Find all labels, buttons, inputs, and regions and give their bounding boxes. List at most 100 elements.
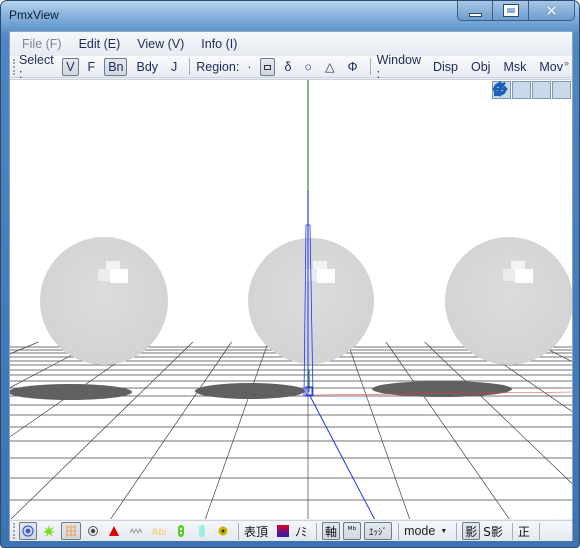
region-circle-button[interactable]: ○ [300,58,316,76]
region-phi-button[interactable]: Φ [344,58,362,76]
gray-wave-button[interactable] [126,522,146,540]
window-disp-button[interactable]: Disp [429,58,462,76]
sphere-shadow [372,381,512,397]
grid-line [204,341,269,519]
region-label: Region: [196,59,240,74]
minimize-button[interactable] [457,1,493,21]
sphere [40,237,168,365]
mode-dropdown[interactable]: mode ▼ [404,524,447,538]
normal-display-button[interactable]: ﾉﾐ [295,523,307,540]
reset-rotation-button[interactable] [493,81,571,99]
toolbar-overflow-button[interactable]: » [564,58,569,68]
circle-icon: ○ [304,59,313,74]
pan-view-button[interactable] [492,81,531,99]
radio-target-button[interactable] [84,522,102,540]
shadow-button[interactable]: 影 [462,522,481,540]
toolbar-separator [511,522,513,540]
sphere [445,237,572,365]
maximize-button[interactable] [493,1,529,21]
window-msk-button[interactable]: Msk [499,58,530,76]
vertex-display-button[interactable] [19,522,37,540]
region-lasso-button[interactable]: δ [280,58,295,76]
grid-line [532,341,572,362]
window-mov-button[interactable]: Mov [535,58,567,76]
rectangle-icon [264,64,272,70]
minimize-icon [468,12,482,17]
menu-file[interactable]: File (F) [22,37,62,51]
menu-info[interactable]: Info (I) [201,37,237,51]
yellow-gear-icon [218,526,228,536]
zoom-view-button[interactable] [494,81,551,99]
ground-grid [10,341,572,519]
gray-wave-icon [129,527,143,535]
orange-grid-button[interactable] [61,522,81,540]
sphere-highlight [515,269,533,283]
red-triangle-button[interactable] [105,522,123,540]
select-joint-button[interactable]: J [167,58,181,76]
orthographic-button[interactable]: 正 [518,523,530,540]
yellow-rbj-button[interactable]: Rbj [149,522,169,540]
window-obj-button[interactable]: Obj [467,58,494,76]
sphere-highlight [110,269,128,283]
scene-canvas[interactable] [10,80,572,519]
green-capsule-icon [178,525,184,537]
window-title: PmxView [9,8,59,22]
pmxview-window: PmxView ✕ File (F) Edit (E) View (V) Inf… [0,0,580,548]
triangle-icon: △ [325,59,335,74]
sphere-shadow [195,383,305,399]
phi-icon: Φ [347,59,358,74]
toolbar-separator [189,58,191,75]
radio-target-icon [88,526,98,536]
yellow-gear-button[interactable] [214,522,232,540]
toolbar-grip[interactable] [13,58,16,75]
toolbar-grip[interactable] [13,523,16,539]
select-bone-button[interactable]: Bn [104,57,128,76]
close-button[interactable]: ✕ [529,1,575,21]
menu-view[interactable]: View (V) [137,37,184,51]
red-triangle-icon [109,526,119,536]
grid-line [110,341,232,519]
grid-line [10,341,97,389]
sphere-highlight [313,261,327,269]
menu-edit[interactable]: Edit (E) [79,37,121,51]
select-body-button[interactable]: Bdy [132,58,162,76]
maximize-icon [502,4,519,17]
color-swatch-button[interactable] [274,522,292,540]
toolbar-separator [369,58,371,75]
self-shadow-button[interactable]: S影 [483,523,503,540]
green-splash-button[interactable] [40,522,58,540]
grid-line [424,341,572,484]
cyan-capsule-button[interactable] [193,522,211,540]
3d-viewport[interactable] [10,79,572,519]
sphere-highlight [317,269,335,283]
grid-line [347,341,411,519]
chevron-down-icon: ▼ [440,527,448,535]
toolbar-separator [456,522,458,540]
close-icon: ✕ [545,1,558,20]
edge-button[interactable]: ｴｯｼﾞ [364,522,393,540]
svg-text:Rbj: Rbj [152,528,166,536]
face-display-button[interactable]: 表頂 [244,523,268,540]
green-capsule-button[interactable] [172,522,190,540]
client-area: File (F) Edit (E) View (V) Info (I) Sele… [9,31,573,541]
title-bar[interactable]: PmxView ✕ [1,1,579,31]
vertex-display-icon [22,525,34,537]
toolbar-separator [398,522,400,540]
orange-grid-icon [66,525,76,537]
axis-button[interactable]: 軸 [322,522,341,540]
green-splash-icon [43,525,55,537]
grid-line [470,341,572,412]
region-point-button[interactable]: · [243,58,255,76]
lasso-icon: δ [284,59,292,74]
select-label: Select : [18,52,54,81]
select-vertex-button[interactable]: V [62,57,79,76]
mb-button[interactable]: ᴹᵇ [343,522,362,540]
region-triangle-button[interactable]: △ [321,58,339,76]
z-axis [309,395,376,519]
toolbar-separator [538,522,540,540]
select-face-button[interactable]: F [84,58,100,76]
window-label: Window : [376,52,422,81]
toolbar-separator [238,522,239,540]
region-rectangle-button[interactable] [260,57,276,76]
color-swatch-icon [277,525,290,537]
